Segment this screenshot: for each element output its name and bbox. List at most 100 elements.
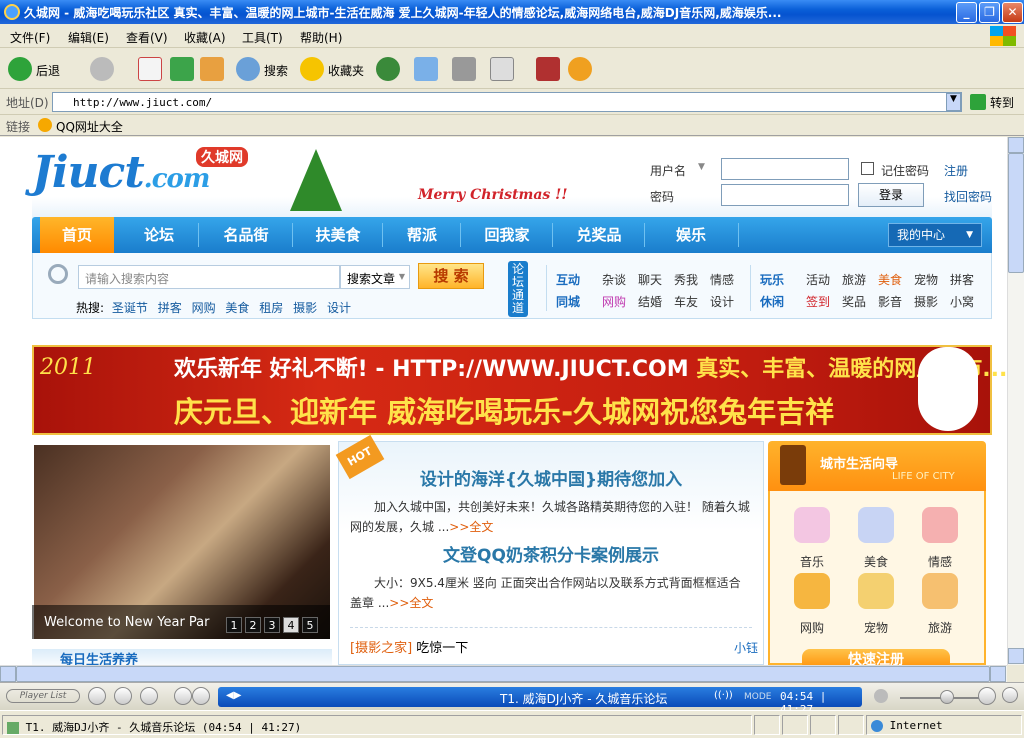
- city-item-food[interactable]: 美食: [851, 553, 901, 570]
- back-arrow-icon[interactable]: [8, 57, 32, 81]
- back-label[interactable]: 后退: [36, 62, 60, 79]
- shopping-bag-icon[interactable]: [794, 573, 830, 609]
- horizontal-scroll-thumb[interactable]: [16, 666, 990, 682]
- forgot-password-link[interactable]: 找回密码: [944, 188, 992, 205]
- player-settings-icon[interactable]: [1002, 687, 1018, 703]
- heart-icon[interactable]: [922, 507, 958, 543]
- research-icon[interactable]: [568, 57, 592, 81]
- nav-my-home[interactable]: 回我家: [462, 217, 552, 253]
- slide-page-button[interactable]: 2: [245, 617, 261, 633]
- quick-link[interactable]: 秀我: [674, 271, 698, 288]
- city-item-pets[interactable]: 宠物: [851, 619, 901, 636]
- quick-link[interactable]: 网购: [602, 293, 626, 310]
- slide-page-button-current[interactable]: 4: [283, 617, 299, 633]
- quick-link[interactable]: 旅游: [842, 271, 866, 288]
- minimize-button[interactable]: _: [956, 2, 977, 23]
- stop-icon[interactable]: [140, 687, 158, 705]
- qq-link[interactable]: QQ网址大全: [56, 118, 123, 135]
- favorites-label[interactable]: 收藏夹: [328, 62, 364, 79]
- quick-link[interactable]: 美食: [878, 271, 902, 288]
- list-item[interactable]: [摄影之家] 吃惊一下: [350, 637, 468, 656]
- search-input[interactable]: 请输入搜索内容: [78, 265, 340, 289]
- vertical-scrollbar[interactable]: [1007, 137, 1024, 665]
- city-item-shopping[interactable]: 网购: [787, 619, 837, 636]
- quick-register-button[interactable]: 快速注册: [802, 649, 950, 665]
- list-item-author[interactable]: 小钰: [734, 639, 758, 656]
- suitcase-icon[interactable]: [922, 573, 958, 609]
- username-input[interactable]: [721, 158, 849, 180]
- password-input[interactable]: [721, 184, 849, 206]
- print-icon[interactable]: [452, 57, 476, 81]
- player-list-button[interactable]: Player List: [6, 689, 80, 703]
- slide-page-button[interactable]: 3: [264, 617, 280, 633]
- quick-link[interactable]: 结婚: [638, 293, 662, 310]
- search-type-select[interactable]: 搜索文章 ▼: [340, 265, 410, 289]
- history-icon[interactable]: [376, 57, 400, 81]
- search-button[interactable]: 搜 索: [418, 263, 484, 289]
- mail-icon[interactable]: [414, 57, 438, 81]
- nav-food[interactable]: 扶美食: [294, 217, 382, 253]
- article-title[interactable]: 文登QQ奶茶积分卡案例展示: [338, 541, 764, 566]
- menu-edit[interactable]: 编辑(E): [68, 29, 109, 46]
- play-icon[interactable]: [88, 687, 106, 705]
- messenger-icon[interactable]: [536, 57, 560, 81]
- city-item-music[interactable]: 音乐: [787, 553, 837, 570]
- quick-link[interactable]: 签到: [806, 293, 830, 310]
- search-label[interactable]: 搜索: [264, 62, 288, 79]
- slide-page-button[interactable]: 5: [302, 617, 318, 633]
- nav-entertainment[interactable]: 娱乐: [646, 217, 736, 253]
- city-item-travel[interactable]: 旅游: [915, 619, 965, 636]
- hot-link[interactable]: 租房: [259, 301, 283, 315]
- city-item-emotion[interactable]: 情感: [915, 553, 965, 570]
- scroll-up-icon[interactable]: [1008, 137, 1024, 153]
- slide-page-button[interactable]: 1: [226, 617, 242, 633]
- quick-link[interactable]: 拼客: [950, 271, 974, 288]
- stop-icon[interactable]: [138, 57, 162, 81]
- hot-link[interactable]: 美食: [225, 301, 249, 315]
- repeat-icon[interactable]: [978, 687, 996, 705]
- quick-head-play[interactable]: 玩乐: [760, 271, 784, 288]
- next-track-icon[interactable]: [192, 687, 210, 705]
- hot-link[interactable]: 设计: [327, 301, 351, 315]
- quick-head-leisure[interactable]: 休闲: [760, 293, 784, 310]
- favorites-star-icon[interactable]: [300, 57, 324, 81]
- nav-home[interactable]: 首页: [40, 217, 114, 253]
- quick-link[interactable]: 聊天: [638, 271, 662, 288]
- player-mode-label[interactable]: MODE: [744, 692, 771, 702]
- scroll-left-icon[interactable]: [0, 666, 16, 682]
- quick-link[interactable]: 宠物: [914, 271, 938, 288]
- horizontal-scrollbar[interactable]: [0, 665, 1007, 682]
- go-label[interactable]: 转到: [990, 94, 1014, 111]
- quick-link[interactable]: 小窝: [950, 293, 974, 310]
- vertical-scroll-thumb[interactable]: [1008, 153, 1024, 273]
- forward-arrow-icon[interactable]: [90, 57, 114, 81]
- music-icon[interactable]: [794, 507, 830, 543]
- close-button[interactable]: ✕: [1002, 2, 1023, 23]
- hot-link[interactable]: 摄影: [293, 301, 317, 315]
- site-logo[interactable]: Jiuct.com: [32, 147, 210, 198]
- search-icon[interactable]: [236, 57, 260, 81]
- scroll-down-icon[interactable]: [1008, 648, 1024, 664]
- quick-link[interactable]: 影音: [878, 293, 902, 310]
- quick-link[interactable]: 摄影: [914, 293, 938, 310]
- register-link[interactable]: 注册: [944, 162, 968, 179]
- go-arrow-icon[interactable]: [970, 94, 986, 110]
- menu-file[interactable]: 文件(F): [10, 29, 50, 46]
- quick-link[interactable]: 车友: [674, 293, 698, 310]
- edit-word-icon[interactable]: [490, 57, 514, 81]
- pause-icon[interactable]: [114, 687, 132, 705]
- maximize-button[interactable]: ❐: [979, 2, 1000, 23]
- previous-track-icon[interactable]: [174, 687, 192, 705]
- hot-link[interactable]: 圣诞节: [112, 301, 148, 315]
- remember-checkbox[interactable]: [861, 162, 874, 175]
- food-icon[interactable]: [858, 507, 894, 543]
- quick-link[interactable]: 奖品: [842, 293, 866, 310]
- quick-head-interact[interactable]: 互动: [556, 271, 580, 288]
- volume-icon[interactable]: [874, 689, 888, 703]
- hot-link[interactable]: 拼客: [158, 301, 182, 315]
- menu-view[interactable]: 查看(V): [126, 29, 168, 46]
- quick-link[interactable]: 活动: [806, 271, 830, 288]
- nav-brand-street[interactable]: 名品街: [200, 217, 292, 253]
- menu-help[interactable]: 帮助(H): [300, 29, 342, 46]
- read-more-link[interactable]: >>全文: [449, 520, 493, 534]
